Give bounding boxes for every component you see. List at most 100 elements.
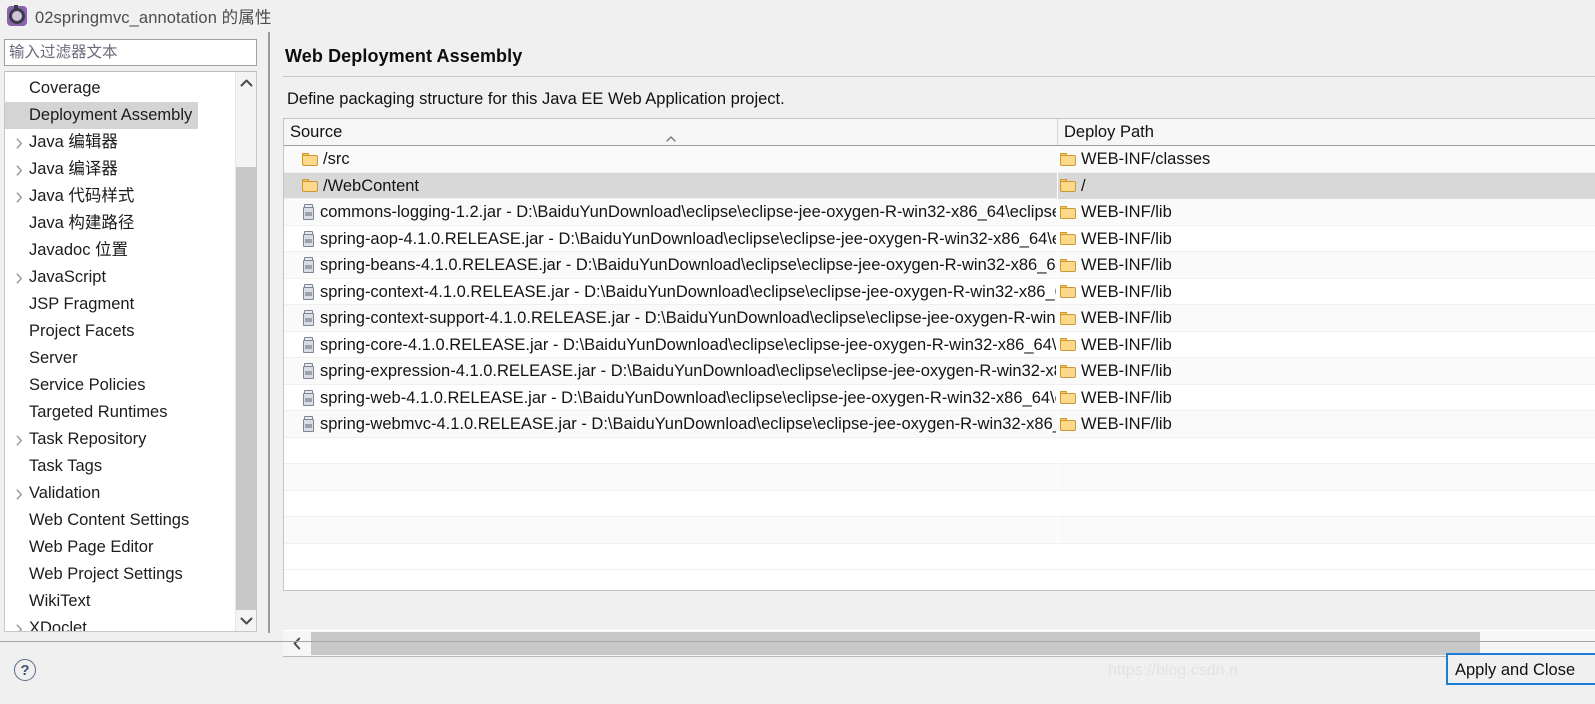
hscroll-thumb[interactable] [311,632,1480,655]
chevron-right-icon[interactable] [13,615,25,632]
table-row[interactable]: spring-core-4.1.0.RELEASE.jar - D:\Baidu… [284,332,1595,359]
cell-deploy-path[interactable]: WEB-INF/classes [1057,146,1595,173]
sidebar-item-java[interactable]: Java 编译器 [5,156,235,183]
source-text: spring-core-4.1.0.RELEASE.jar - D:\Baidu… [320,332,1056,359]
cell-deploy-path[interactable]: WEB-INF/lib [1057,332,1595,359]
cell-deploy-path[interactable]: WEB-INF/lib [1057,279,1595,306]
chevron-right-icon[interactable] [13,156,25,183]
sidebar-item-body[interactable]: Targeted Runtimes [5,399,235,426]
sidebar-item-body[interactable]: Project Facets [5,318,235,345]
table-row[interactable]: spring-webmvc-4.1.0.RELEASE.jar - D:\Bai… [284,411,1595,438]
column-header-deploy-path[interactable]: Deploy Path [1057,119,1595,145]
sidebar-scroll-thumb[interactable] [236,167,257,612]
cell-deploy-path[interactable]: WEB-INF/lib [1057,385,1595,412]
chevron-right-icon[interactable] [13,426,25,453]
sidebar-item-body[interactable]: JavaScript [5,264,235,291]
cell-source[interactable]: spring-context-support-4.1.0.RELEASE.jar… [284,305,1056,332]
sidebar-item-body[interactable]: Java 编辑器 [5,129,235,156]
chevron-right-icon[interactable] [13,129,25,156]
table-row[interactable]: spring-context-4.1.0.RELEASE.jar - D:\Ba… [284,279,1595,306]
sidebar-item-server[interactable]: Server [5,345,235,372]
table-row[interactable]: /WebContent/ [284,173,1595,200]
sidebar-item-java[interactable]: Java 代码样式 [5,183,235,210]
sidebar-item-body[interactable]: Validation [5,480,235,507]
sidebar-item-validation[interactable]: Validation [5,480,235,507]
cell-source[interactable]: /src [284,146,1056,173]
sidebar-item-targeted-runtimes[interactable]: Targeted Runtimes [5,399,235,426]
sidebar-item-body[interactable]: Javadoc 位置 [5,237,235,264]
filter-input[interactable] [4,39,257,66]
cell-source[interactable]: spring-web-4.1.0.RELEASE.jar - D:\BaiduY… [284,385,1056,412]
sidebar-vertical-scrollbar[interactable] [235,72,256,631]
sidebar-item-body[interactable]: Web Project Settings [5,561,235,588]
cell-deploy-path[interactable]: WEB-INF/lib [1057,305,1595,332]
cell-source[interactable]: commons-logging-1.2.jar - D:\BaiduYunDow… [284,199,1056,226]
table-row[interactable]: spring-expression-4.1.0.RELEASE.jar - D:… [284,358,1595,385]
cell-source[interactable]: /WebContent [284,173,1056,200]
sidebar-item-deployment-assembly[interactable]: Deployment Assembly [5,102,235,129]
cell-deploy-path[interactable]: / [1057,173,1595,200]
table-row[interactable]: spring-web-4.1.0.RELEASE.jar - D:\BaiduY… [284,385,1595,412]
sidebar-item-web-content-settings[interactable]: Web Content Settings [5,507,235,534]
cell-deploy-path[interactable]: WEB-INF/lib [1057,199,1595,226]
sidebar-item-task-repository[interactable]: Task Repository [5,426,235,453]
deploy-path-text: WEB-INF/lib [1081,305,1172,332]
table-row[interactable]: spring-aop-4.1.0.RELEASE.jar - D:\BaiduY… [284,226,1595,253]
cell-deploy-path-empty [1057,491,1595,518]
sidebar-item-body[interactable]: WikiText [5,588,235,615]
sidebar-item-body[interactable]: Java 编译器 [5,156,235,183]
scroll-down-icon[interactable] [236,610,257,631]
table-row[interactable]: /srcWEB-INF/classes [284,146,1595,173]
sidebar-item-label: Validation [29,484,100,502]
cell-source[interactable]: spring-beans-4.1.0.RELEASE.jar - D:\Baid… [284,252,1056,279]
sidebar-item-body[interactable]: XDoclet [5,615,235,632]
cell-deploy-path[interactable]: WEB-INF/lib [1057,252,1595,279]
sidebar-item-service-policies[interactable]: Service Policies [5,372,235,399]
cell-source[interactable]: spring-expression-4.1.0.RELEASE.jar - D:… [284,358,1056,385]
sidebar-item-body[interactable]: Server [5,345,235,372]
sidebar-item-xdoclet[interactable]: XDoclet [5,615,235,632]
sidebar-item-body[interactable]: JSP Fragment [5,291,235,318]
cell-source[interactable]: spring-context-4.1.0.RELEASE.jar - D:\Ba… [284,279,1056,306]
sidebar-item-body[interactable]: Task Repository [5,426,235,453]
sidebar-item-project-facets[interactable]: Project Facets [5,318,235,345]
table-row[interactable]: spring-context-support-4.1.0.RELEASE.jar… [284,305,1595,332]
sidebar-item-java[interactable]: Java 构建路径 [5,210,235,237]
sidebar-item-body[interactable]: Web Content Settings [5,507,235,534]
cell-source[interactable]: spring-core-4.1.0.RELEASE.jar - D:\Baidu… [284,332,1056,359]
table-row[interactable]: spring-beans-4.1.0.RELEASE.jar - D:\Baid… [284,252,1595,279]
sidebar-item-body[interactable]: Web Page Editor [5,534,235,561]
sidebar-item-body[interactable]: Deployment Assembly [5,102,198,129]
column-header-source[interactable]: Source [284,119,1056,145]
sidebar-item-web-project-settings[interactable]: Web Project Settings [5,561,235,588]
help-icon[interactable]: ? [14,659,36,681]
cell-deploy-path[interactable]: WEB-INF/lib [1057,411,1595,438]
cell-source[interactable]: spring-webmvc-4.1.0.RELEASE.jar - D:\Bai… [284,411,1056,438]
sidebar-item-wikitext[interactable]: WikiText [5,588,235,615]
sidebar-item-jsp-fragment[interactable]: JSP Fragment [5,291,235,318]
cell-deploy-path[interactable]: WEB-INF/lib [1057,358,1595,385]
chevron-right-icon[interactable] [13,183,25,210]
sidebar-item-body[interactable]: Task Tags [5,453,235,480]
sidebar-item-javascript[interactable]: JavaScript [5,264,235,291]
scroll-left-icon[interactable] [283,631,311,656]
apply-and-close-button[interactable]: Apply and Close [1446,653,1595,685]
sidebar-item-coverage[interactable]: Coverage [5,75,235,102]
cell-deploy-path[interactable]: WEB-INF/lib [1057,226,1595,253]
sidebar-item-javadoc[interactable]: Javadoc 位置 [5,237,235,264]
chevron-right-icon[interactable] [13,264,25,291]
cell-source[interactable]: spring-aop-4.1.0.RELEASE.jar - D:\BaiduY… [284,226,1056,253]
source-text: spring-aop-4.1.0.RELEASE.jar - D:\BaiduY… [320,226,1056,253]
sidebar-item-java[interactable]: Java 编辑器 [5,129,235,156]
sidebar-item-body[interactable]: Coverage [5,75,235,102]
sidebar-item-task-tags[interactable]: Task Tags [5,453,235,480]
chevron-right-icon[interactable] [13,480,25,507]
sidebar-item-body[interactable]: Service Policies [5,372,235,399]
sidebar-item-body[interactable]: Java 代码样式 [5,183,235,210]
sidebar-item-label: Web Project Settings [29,565,183,583]
sidebar-item-body[interactable]: Java 构建路径 [5,210,235,237]
table-horizontal-scrollbar[interactable] [283,631,1595,656]
sidebar-item-web-page-editor[interactable]: Web Page Editor [5,534,235,561]
scroll-up-icon[interactable] [236,72,257,93]
table-row[interactable]: commons-logging-1.2.jar - D:\BaiduYunDow… [284,199,1595,226]
